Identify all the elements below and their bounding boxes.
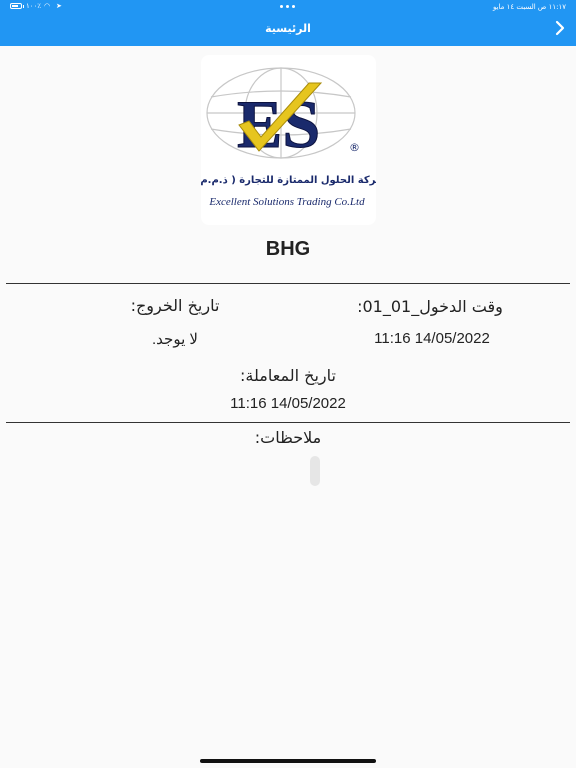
- company-logo: ES ® شركة الحلول الممتازة للتجارة ( ذ.م.…: [201, 55, 376, 225]
- status-indicators: ١٠٠٪ ◠ ➤: [10, 2, 70, 11]
- multitask-dots-icon[interactable]: [280, 3, 298, 9]
- status-bar: ١٠٠٪ ◠ ➤ ١١:١٧ ص السبت ١٤ مايو: [0, 0, 576, 14]
- logo-arabic-name: شركة الحلول الممتازة للتجارة ( ذ.م.م ): [201, 175, 376, 186]
- notes-scrollbar[interactable]: [310, 456, 320, 486]
- page-title: الرئيسية: [265, 22, 311, 35]
- status-time: ١١:١٧ ص السبت ١٤ مايو: [492, 3, 566, 11]
- record-title: BHG: [265, 238, 311, 260]
- home-indicator[interactable]: [200, 759, 376, 763]
- battery-icon: [10, 3, 24, 9]
- registered-mark: ®: [349, 141, 360, 154]
- logo-english-name: Excellent Solutions Trading Co.Ltd: [208, 196, 365, 208]
- location-icon: ➤: [56, 2, 62, 10]
- battery-level: [12, 5, 19, 7]
- battery-percent: ١٠٠٪: [26, 2, 42, 10]
- back-button[interactable]: [552, 20, 568, 36]
- exit-date-label: تاريخ الخروج:: [130, 296, 220, 315]
- app-bar: ١٠٠٪ ◠ ➤ ١١:١٧ ص السبت ١٤ مايو الرئيسية: [0, 0, 576, 46]
- divider: [6, 283, 570, 284]
- divider: [6, 422, 570, 423]
- exit-date-value: لا يوجد.: [152, 331, 198, 348]
- entry-time-value: 11:16 14/05/2022: [374, 330, 490, 347]
- entry-time-label: وقت الدخول_01_01:: [357, 297, 503, 316]
- es-logo-graphic: ES ® شركة الحلول الممتازة للتجارة ( ذ.م.…: [201, 67, 376, 208]
- chevron-right-icon: [555, 20, 565, 36]
- transaction-date-value: 11:16 14/05/2022: [230, 395, 346, 412]
- wifi-icon: ◠: [44, 2, 51, 10]
- notes-label: ملاحظات:: [254, 428, 322, 447]
- transaction-date-label: تاريخ المعاملة:: [240, 366, 336, 385]
